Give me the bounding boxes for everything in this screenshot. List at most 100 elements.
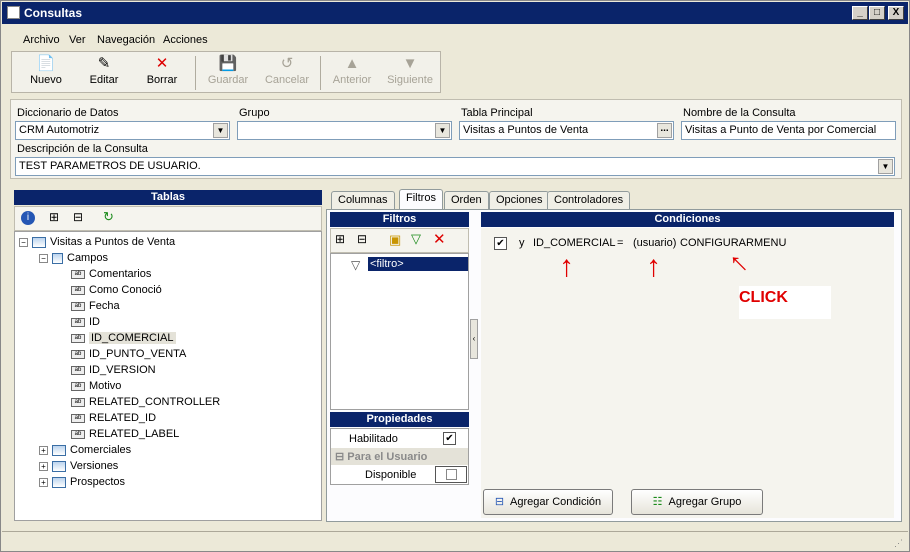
window-title: Consultas [24, 6, 83, 20]
tab-controladores[interactable]: Controladores [547, 191, 631, 209]
add-group-icon: ☷ [652, 496, 663, 508]
add-filter-icon[interactable]: ▽ [411, 231, 421, 247]
editar-button[interactable]: ✎ Editar [76, 54, 132, 92]
edit-icon: ✎ [97, 55, 111, 72]
filtros-toolbar: ⊞ ⊟ ▣ ▽ ✕ [330, 228, 469, 253]
menu-acciones[interactable]: Acciones [163, 34, 208, 46]
tab-filtros[interactable]: Filtros [399, 189, 443, 210]
splitter-handle[interactable]: ‹ [470, 319, 478, 359]
field-icon: ab [71, 429, 85, 439]
table-icon [52, 476, 66, 488]
configurar-link[interactable]: CONFIGURAR [680, 237, 754, 249]
field-icon: ab [71, 301, 85, 311]
tree-field-item[interactable]: ab ID [71, 316, 100, 328]
tab-opciones[interactable]: Opciones [489, 191, 550, 209]
agregar-condicion-button[interactable]: ⊟ Agregar Condición [483, 489, 613, 515]
expand-all-icon[interactable]: ⊞ [335, 232, 345, 246]
field-icon: ab [71, 285, 85, 295]
main-window: Consultas _ □ X Archivo Ver Navegación A… [0, 0, 910, 552]
menu-archivo[interactable]: Archivo [23, 34, 60, 46]
browse-button[interactable]: ... [657, 123, 672, 138]
add-folder-icon[interactable]: ▣ [389, 232, 401, 248]
tree-field-item[interactable]: ab RELATED_CONTROLLER [71, 396, 220, 408]
descripcion-select[interactable]: TEST PARAMETROS DE USUARIO. ▼ [15, 157, 895, 176]
diccionario-label: Diccionario de Datos [17, 107, 119, 119]
chevron-down-icon[interactable]: ▼ [878, 159, 893, 174]
condition-value[interactable]: (usuario) [633, 237, 676, 249]
condition-checkbox[interactable]: ✔ [494, 237, 507, 250]
tree-table-item[interactable]: + Comerciales [39, 444, 131, 456]
grupo-select[interactable]: ▼ [237, 121, 452, 140]
field-icon: ab [71, 397, 85, 407]
table-icon [52, 460, 66, 472]
chevron-down-icon[interactable]: ▼ [435, 123, 450, 138]
tree-field-item[interactable]: ab RELATED_LABEL [71, 428, 179, 440]
maximize-button[interactable]: □ [869, 6, 885, 20]
tree-table-item[interactable]: + Prospectos [39, 476, 125, 488]
habilitado-label: Habilitado [349, 433, 398, 445]
refresh-icon[interactable]: ↻ [103, 209, 114, 225]
para-usuario-group[interactable]: ⊟ Para el Usuario [331, 448, 468, 465]
tree-table-item[interactable]: + Versiones [39, 460, 118, 472]
tablas-tree: − Visitas a Puntos de Venta − Campos ab Com… [14, 231, 322, 521]
nuevo-button[interactable]: 📄 Nuevo [18, 54, 74, 92]
anterior-button[interactable]: ▲ Anterior [324, 54, 380, 92]
tree-field-item[interactable]: ab ID_COMERCIAL [71, 332, 176, 344]
save-icon: 💾 [218, 55, 238, 72]
collapse-all-icon[interactable]: ⊟ [73, 210, 83, 224]
expand-all-icon[interactable]: ⊞ [49, 210, 59, 224]
info-icon[interactable]: i [21, 211, 35, 225]
tree-campos[interactable]: − Campos [39, 252, 108, 264]
condition-field[interactable]: ID_COMERCIAL [533, 237, 616, 249]
tabla-field[interactable]: Visitas a Puntos de Venta... [459, 121, 674, 140]
disponible-field[interactable] [435, 466, 467, 483]
tabla-label: Tabla Principal [461, 107, 533, 119]
condition-operator[interactable]: = [617, 237, 623, 249]
cancelar-button[interactable]: ↺ Cancelar [258, 54, 316, 92]
close-button[interactable]: X [888, 6, 904, 20]
menu-ver[interactable]: Ver [69, 34, 86, 46]
filtro-item[interactable]: <filtro> [368, 257, 468, 271]
nombre-input[interactable]: Visitas a Punto de Venta por Comercial [681, 121, 896, 140]
annotation-arrow-up-icon: ↑ [559, 250, 574, 283]
siguiente-button[interactable]: ▼ Siguiente [382, 54, 438, 92]
collapse-icon: ⊟ [335, 451, 348, 463]
tab-orden[interactable]: Orden [444, 191, 489, 209]
disponible-checkbox[interactable] [446, 469, 457, 480]
tab-columnas[interactable]: Columnas [331, 191, 395, 209]
tree-root[interactable]: − Visitas a Puntos de Venta [19, 236, 175, 248]
grupo-label: Grupo [239, 107, 270, 119]
tree-field-item[interactable]: ab Como Conoció [71, 284, 162, 296]
expand-icon[interactable]: + [39, 445, 48, 455]
guardar-button[interactable]: 💾 Guardar [200, 54, 256, 92]
condition-connector[interactable]: y [519, 237, 525, 249]
agregar-grupo-button[interactable]: ☷ Agregar Grupo [631, 489, 763, 515]
descripcion-label: Descripción de la Consulta [17, 143, 148, 155]
tree-field-item[interactable]: ab ID_PUNTO_VENTA [71, 348, 186, 360]
collapse-all-icon[interactable]: ⊟ [357, 232, 367, 246]
arrow-down-icon: ▼ [402, 55, 418, 72]
tree-field-item[interactable]: ab ID_VERSION [71, 364, 156, 376]
click-annotation-box: CLICK [739, 286, 831, 319]
tree-field-item[interactable]: ab Comentarios [71, 268, 151, 280]
nombre-label: Nombre de la Consulta [683, 107, 796, 119]
delete-icon[interactable]: ✕ [433, 230, 446, 248]
annotation-arrow-diagonal-icon: ↑ [721, 245, 756, 280]
tree-field-item[interactable]: ab Fecha [71, 300, 120, 312]
tree-field-item[interactable]: ab RELATED_ID [71, 412, 156, 424]
minimize-button[interactable]: _ [852, 6, 868, 20]
borrar-button[interactable]: ✕ Borrar [134, 54, 190, 92]
tree-field-item[interactable]: ab Motivo [71, 380, 121, 392]
chevron-down-icon[interactable]: ▼ [213, 123, 228, 138]
toolbar-separator [195, 56, 196, 90]
menu-link[interactable]: MENU [754, 237, 786, 249]
expand-icon[interactable]: + [39, 477, 48, 487]
habilitado-checkbox[interactable]: ✔ [443, 432, 456, 445]
resize-grip-icon[interactable]: ⋰ [894, 538, 903, 549]
diccionario-select[interactable]: CRM Automotriz ▼ [15, 121, 230, 140]
expand-icon[interactable]: + [39, 461, 48, 471]
filtros-header: Filtros [330, 212, 469, 227]
tablas-header: Tablas [14, 190, 322, 205]
menu-navegacion[interactable]: Navegación [97, 34, 155, 46]
cancel-icon: ↺ [280, 55, 294, 72]
